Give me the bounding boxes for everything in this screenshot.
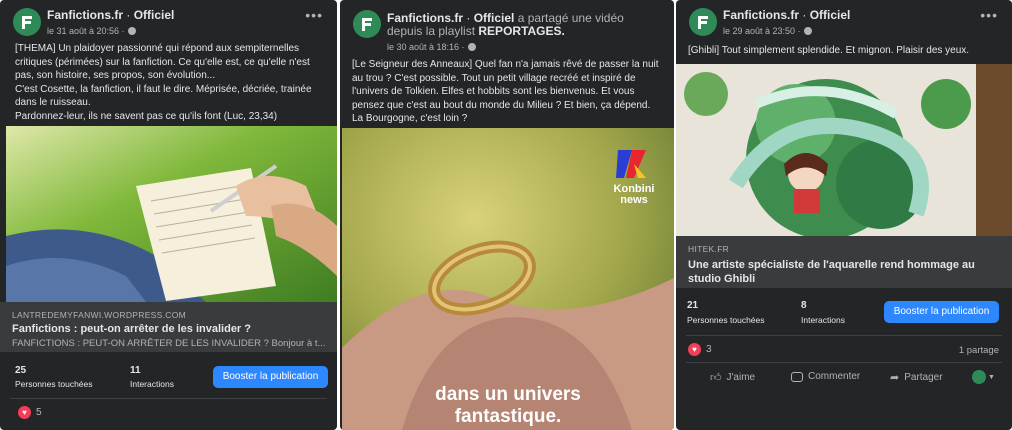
comment-button[interactable]: Commenter bbox=[791, 371, 860, 382]
ghibli-watercolor bbox=[676, 64, 1012, 236]
share-count[interactable]: 1 partage bbox=[959, 345, 999, 356]
chevron-down-icon: ▼ bbox=[988, 373, 995, 381]
interactions-label: Interactions bbox=[130, 379, 174, 389]
globe-icon bbox=[467, 43, 476, 51]
interactions-count: 8 bbox=[801, 300, 807, 311]
like-button[interactable]: 👍︎ J'aime bbox=[710, 371, 755, 384]
reach-count: 21 bbox=[687, 300, 699, 311]
more-options-icon[interactable]: ••• bbox=[305, 8, 323, 22]
konbini-logo: Konbini news bbox=[613, 183, 655, 206]
boost-button[interactable]: Booster la publication bbox=[213, 366, 328, 388]
post-time[interactable]: le 30 août à 18:16 · bbox=[387, 42, 476, 52]
share-arrow-icon: ➦ bbox=[890, 372, 900, 384]
writing-photo bbox=[6, 126, 337, 302]
post-text: [Le Seigneur des Anneaux] Quel fan n'a j… bbox=[352, 59, 659, 124]
page-avatar[interactable] bbox=[353, 10, 381, 38]
interactions-count: 11 bbox=[130, 365, 141, 376]
link-domain: LANTREDEMYFANWI.WORDPRESS.COM bbox=[12, 310, 186, 320]
reach-label: Personnes touchées bbox=[15, 379, 93, 389]
post-text: [Ghibli] Tout simplement splendide. Et m… bbox=[688, 45, 970, 56]
page-name[interactable]: Fanfictions.fr · Officiel bbox=[723, 8, 850, 22]
reactions[interactable]: ♥ 5 bbox=[18, 406, 42, 419]
heart-icon: ♥ bbox=[18, 406, 31, 419]
link-preview-image[interactable] bbox=[676, 64, 1012, 236]
more-options-icon[interactable]: ••• bbox=[980, 8, 998, 22]
video-caption: dans un univers fantastique. bbox=[435, 384, 581, 427]
post-card-3: Fanfictions.fr · Officiel le 29 août à 2… bbox=[676, 0, 1012, 430]
link-preview[interactable]: HITEK.FR Une artiste spécialiste de l'aq… bbox=[676, 236, 1012, 288]
post-as-selector[interactable]: ▼ bbox=[972, 370, 995, 384]
page-avatar[interactable] bbox=[689, 8, 717, 36]
video-player[interactable]: Konbini news dans un univers fantastique… bbox=[342, 128, 674, 430]
divider bbox=[10, 398, 327, 399]
post-card-2: Fanfictions.fr · Officiel a partagé une … bbox=[340, 0, 674, 430]
fanfictions-logo-icon bbox=[362, 18, 372, 31]
link-preview[interactable]: LANTREDEMYFANWI.WORDPRESS.COM Fanfiction… bbox=[0, 302, 337, 352]
boost-button[interactable]: Booster la publication bbox=[884, 301, 999, 323]
thumbs-up-icon: 👍︎ bbox=[710, 372, 722, 384]
reactions[interactable]: ♥ 3 bbox=[688, 343, 712, 356]
reach-count: 25 bbox=[15, 365, 27, 376]
page-name[interactable]: Fanfictions.fr · Officiel a partagé une … bbox=[387, 12, 657, 38]
link-description: FANFICTIONS : PEUT-ON ARRÊTER DE LES INV… bbox=[12, 338, 326, 349]
comment-icon bbox=[791, 371, 803, 382]
page-name[interactable]: Fanfictions.fr · Officiel bbox=[47, 8, 174, 22]
reaction-count: 3 bbox=[706, 344, 712, 355]
page-avatar-small bbox=[972, 370, 986, 384]
post-header: Fanfictions.fr · Officiel le 31 août à 2… bbox=[0, 0, 337, 40]
post-text: [THEMA] Un plaidoyer passionné qui répon… bbox=[15, 43, 312, 122]
page-avatar[interactable] bbox=[13, 8, 41, 36]
post-header: Fanfictions.fr · Officiel le 29 août à 2… bbox=[676, 0, 1012, 40]
heart-icon: ♥ bbox=[688, 343, 701, 356]
fanfictions-logo-icon bbox=[698, 16, 708, 29]
post-time[interactable]: le 31 août à 20:56 · bbox=[47, 26, 136, 36]
reach-label: Personnes touchées bbox=[687, 315, 765, 325]
post-header: Fanfictions.fr · Officiel a partagé une … bbox=[340, 0, 674, 52]
reaction-count: 5 bbox=[36, 407, 42, 418]
globe-icon bbox=[127, 27, 136, 35]
link-domain: HITEK.FR bbox=[688, 244, 730, 254]
fanfictions-logo-icon bbox=[22, 16, 32, 29]
playlist-link[interactable]: REPORTAGES. bbox=[478, 24, 564, 38]
globe-icon bbox=[803, 27, 812, 35]
link-preview-image[interactable] bbox=[6, 126, 337, 302]
post-card-1: Fanfictions.fr · Officiel le 31 août à 2… bbox=[0, 0, 337, 430]
divider bbox=[686, 335, 1002, 336]
interactions-label: Interactions bbox=[801, 315, 845, 325]
link-title[interactable]: Une artiste spécialiste de l'aquarelle r… bbox=[688, 258, 1002, 286]
share-button[interactable]: ➦ Partager bbox=[890, 371, 943, 384]
link-title[interactable]: Fanfictions : peut-on arrêter de les inv… bbox=[12, 322, 327, 336]
divider bbox=[686, 362, 1002, 363]
post-time[interactable]: le 29 août à 23:50 · bbox=[723, 26, 812, 36]
